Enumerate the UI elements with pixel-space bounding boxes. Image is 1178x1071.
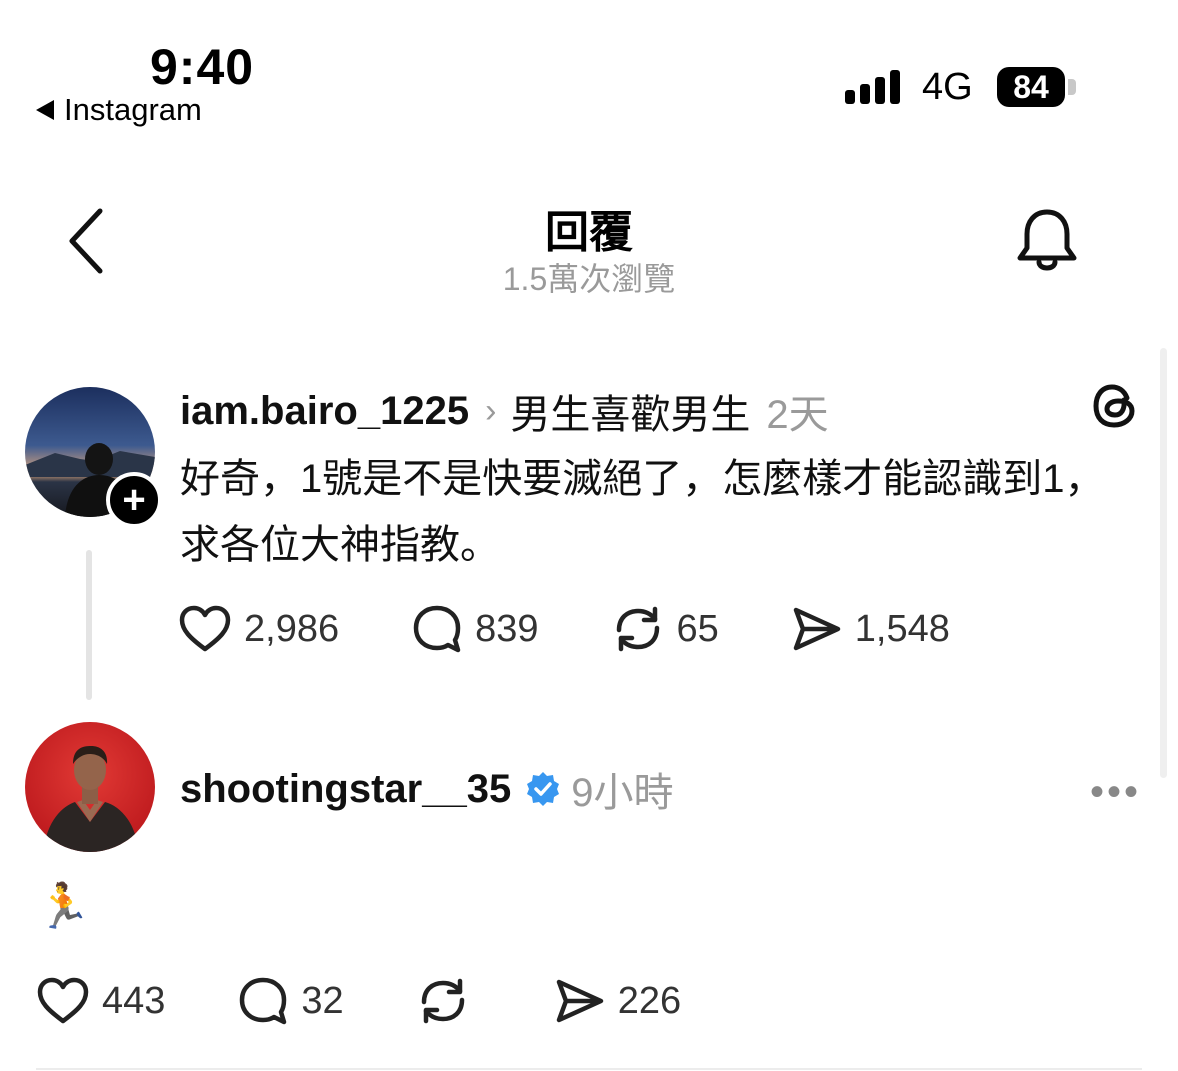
- view-count: 1.5萬次瀏覽: [502, 261, 676, 297]
- back-app-label: Instagram: [64, 92, 202, 127]
- battery-icon: 84: [997, 67, 1065, 107]
- reply-comment-button[interactable]: 32: [237, 975, 344, 1027]
- verified-badge-icon: [527, 772, 560, 806]
- send-icon: [556, 979, 603, 1023]
- like-count: 2,986: [244, 607, 340, 650]
- battery-tip-icon: [1068, 79, 1076, 95]
- scrollbar[interactable]: [1160, 348, 1167, 778]
- status-time: 9:40: [150, 39, 255, 95]
- comment-count: 839: [475, 607, 539, 650]
- comment-bubble-icon: [240, 977, 287, 1025]
- reply-comment-count: 32: [301, 979, 344, 1022]
- like-button[interactable]: 2,986: [178, 604, 339, 654]
- thread-connector-line: [86, 550, 92, 700]
- network-type: 4G: [922, 66, 973, 108]
- repost-button[interactable]: 65: [611, 604, 719, 654]
- repost-icon: [421, 978, 464, 1024]
- reply-timestamp: 9小時: [571, 771, 674, 815]
- post-topic-tag[interactable]: 男生喜歡男生: [510, 382, 750, 440]
- post-username[interactable]: iam.bairo_1225: [180, 389, 469, 434]
- battery-level: 84: [1013, 68, 1049, 105]
- reply-repost-button[interactable]: [416, 976, 482, 1026]
- avatar-person-icon: [43, 746, 139, 852]
- heart-icon: [37, 977, 89, 1024]
- repost-count: 65: [676, 607, 719, 650]
- reply-like-count: 443: [102, 979, 166, 1022]
- share-count: 1,548: [854, 607, 950, 650]
- reply-header: shootingstar__35 9小時: [180, 760, 673, 818]
- reply-body-text: 🏃: [36, 882, 91, 931]
- cellular-signal-icon: [845, 70, 900, 104]
- reply-like-button[interactable]: 443: [36, 976, 165, 1026]
- reply-action-bar: 443 32 226: [36, 975, 681, 1027]
- back-to-app-link[interactable]: Instagram: [36, 92, 202, 128]
- reply-avatar[interactable]: [25, 722, 155, 852]
- repost-icon: [616, 606, 659, 652]
- comment-button[interactable]: 839: [411, 603, 539, 655]
- threads-logo-icon[interactable]: [1090, 380, 1142, 432]
- post-timestamp: 2天: [766, 393, 829, 437]
- more-options-icon[interactable]: •••: [1090, 770, 1141, 815]
- page-title: 回覆: [545, 208, 633, 257]
- reply-share-count: 226: [617, 979, 682, 1022]
- post-body-text: 好奇，1號是不是快要滅絕了，怎麼樣才能認識到1，求各位大神指教。: [180, 457, 1105, 567]
- comment-bubble-icon: [413, 605, 461, 653]
- back-triangle-icon: [36, 100, 54, 120]
- post-header: iam.bairo_1225 › 男生喜歡男生 2天: [180, 382, 829, 440]
- reply-share-button[interactable]: 226: [554, 977, 681, 1025]
- post-action-bar: 2,986 839 65 1,548: [178, 603, 950, 655]
- reply-username[interactable]: shootingstar__35: [180, 767, 511, 812]
- divider: [36, 1068, 1142, 1070]
- share-button[interactable]: 1,548: [791, 605, 950, 653]
- bell-icon[interactable]: [1012, 204, 1082, 276]
- heart-icon: [179, 605, 231, 652]
- follow-plus-button[interactable]: +: [106, 472, 162, 528]
- send-icon: [793, 607, 841, 651]
- chevron-right-icon: ›: [485, 391, 497, 430]
